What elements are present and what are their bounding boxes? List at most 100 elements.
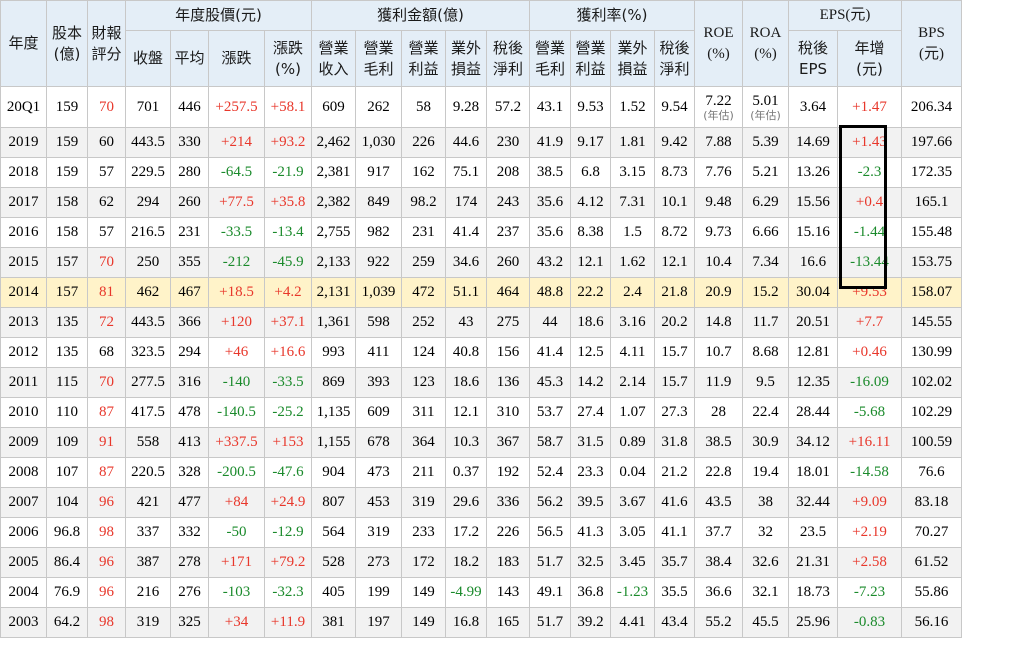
cell-nm_non: 1.62 — [610, 247, 655, 278]
cell-chg: -103 — [208, 577, 265, 608]
cell-chgp: +153 — [264, 427, 312, 458]
cell-nonop: 51.1 — [445, 277, 487, 308]
cell-epsg: -13.44 — [837, 247, 902, 278]
cell-cap: 159 — [46, 127, 88, 158]
cell-nm_non: 2.4 — [610, 277, 655, 308]
cell-chgp: +79.2 — [264, 547, 312, 578]
cell-eps: 28.44 — [788, 397, 838, 428]
cell-cap: 157 — [46, 277, 88, 308]
cell-om: 27.4 — [570, 397, 611, 428]
cell-gp: 393 — [355, 367, 402, 398]
cell-rev: 807 — [311, 487, 356, 518]
cell-gp: 262 — [355, 86, 402, 128]
cell-bps: 55.86 — [901, 577, 962, 608]
cell-ni: 464 — [486, 277, 530, 308]
header-profit-rate-1: 營業 利益 — [570, 30, 611, 87]
cell-rating: 87 — [87, 457, 126, 488]
cell-gp: 453 — [355, 487, 402, 518]
cell-avg: 446 — [170, 86, 209, 128]
cell-roe: 9.48 — [694, 187, 743, 218]
cell-nm: 35.7 — [654, 547, 695, 578]
cell-nm_non: 3.15 — [610, 157, 655, 188]
cell-ni: 143 — [486, 577, 530, 608]
cell-op: 211 — [401, 457, 446, 488]
cell-eps: 15.56 — [788, 187, 838, 218]
cell-om: 18.6 — [570, 307, 611, 338]
header-bps: BPS (元) — [901, 0, 962, 87]
cell-cap: 115 — [46, 367, 88, 398]
cell-roa: 5.01 (年估) — [742, 86, 789, 128]
cell-close: 250 — [125, 247, 171, 278]
cell-nm: 9.42 — [654, 127, 695, 158]
cell-year: 2010 — [0, 397, 47, 428]
cell-om: 36.8 — [570, 577, 611, 608]
cell-nm_non: 4.11 — [610, 337, 655, 368]
cell-ni: 136 — [486, 367, 530, 398]
cell-ni: 57.2 — [486, 86, 530, 128]
cell-gm: 41.4 — [529, 337, 571, 368]
header-profit-amount-1: 營業 毛利 — [355, 30, 402, 87]
cell-avg: 477 — [170, 487, 209, 518]
cell-nm_non: 3.05 — [610, 517, 655, 548]
cell-close: 277.5 — [125, 367, 171, 398]
table-row: 2005 86.4 96 387 278 +171 +79.2 528 273 172 18.2 18… — [0, 547, 962, 578]
cell-roe: 11.9 — [694, 367, 743, 398]
cell-avg: 276 — [170, 577, 209, 608]
cell-eps: 18.73 — [788, 577, 838, 608]
cell-nm: 10.1 — [654, 187, 695, 218]
cell-cap: 104 — [46, 487, 88, 518]
cell-nm_non: 7.31 — [610, 187, 655, 218]
cell-bps: 165.1 — [901, 187, 962, 218]
cell-bps: 83.18 — [901, 487, 962, 518]
cell-op: 252 — [401, 307, 446, 338]
cell-nm: 15.7 — [654, 367, 695, 398]
cell-ni: 208 — [486, 157, 530, 188]
cell-roa: 6.29 — [742, 187, 789, 218]
cell-avg: 330 — [170, 127, 209, 158]
cell-roe: 20.9 — [694, 277, 743, 308]
cell-year: 2003 — [0, 607, 47, 638]
cell-nonop: 29.6 — [445, 487, 487, 518]
cell-roa: 32.6 — [742, 547, 789, 578]
cell-epsg: -16.09 — [837, 367, 902, 398]
cell-nm: 27.3 — [654, 397, 695, 428]
cell-gm: 51.7 — [529, 607, 571, 638]
header-profit-amount-4: 稅後 淨利 — [486, 30, 530, 87]
cell-avg: 355 — [170, 247, 209, 278]
cell-close: 323.5 — [125, 337, 171, 368]
cell-nonop: 44.6 — [445, 127, 487, 158]
cell-om: 9.17 — [570, 127, 611, 158]
cell-gm: 43.1 — [529, 86, 571, 128]
cell-nonop: 9.28 — [445, 86, 487, 128]
cell-chg: -212 — [208, 247, 265, 278]
cell-cap: 159 — [46, 86, 88, 128]
cell-roa: 32 — [742, 517, 789, 548]
cell-close: 558 — [125, 427, 171, 458]
cell-rating: 72 — [87, 307, 126, 338]
cell-year: 2005 — [0, 547, 47, 578]
cell-roa: 11.7 — [742, 307, 789, 338]
cell-epsg: +7.7 — [837, 307, 902, 338]
cell-gm: 56.2 — [529, 487, 571, 518]
cell-cap: 107 — [46, 457, 88, 488]
cell-eps: 13.26 — [788, 157, 838, 188]
cell-eps: 12.35 — [788, 367, 838, 398]
cell-rev: 1,361 — [311, 307, 356, 338]
cell-nm: 35.5 — [654, 577, 695, 608]
cell-rating: 98 — [87, 607, 126, 638]
cell-chgp: +93.2 — [264, 127, 312, 158]
cell-nm_non: 3.16 — [610, 307, 655, 338]
cell-gp: 609 — [355, 397, 402, 428]
cell-bps: 102.02 — [901, 367, 962, 398]
cell-bps: 197.66 — [901, 127, 962, 158]
cell-roe: 28 — [694, 397, 743, 428]
cell-avg: 278 — [170, 547, 209, 578]
cell-ni: 230 — [486, 127, 530, 158]
header-price-0: 收盤 — [125, 30, 171, 87]
cell-op: 226 — [401, 127, 446, 158]
cell-chgp: -47.6 — [264, 457, 312, 488]
cell-op: 311 — [401, 397, 446, 428]
cell-cap: 158 — [46, 217, 88, 248]
cell-bps: 145.55 — [901, 307, 962, 338]
cell-roa: 38 — [742, 487, 789, 518]
